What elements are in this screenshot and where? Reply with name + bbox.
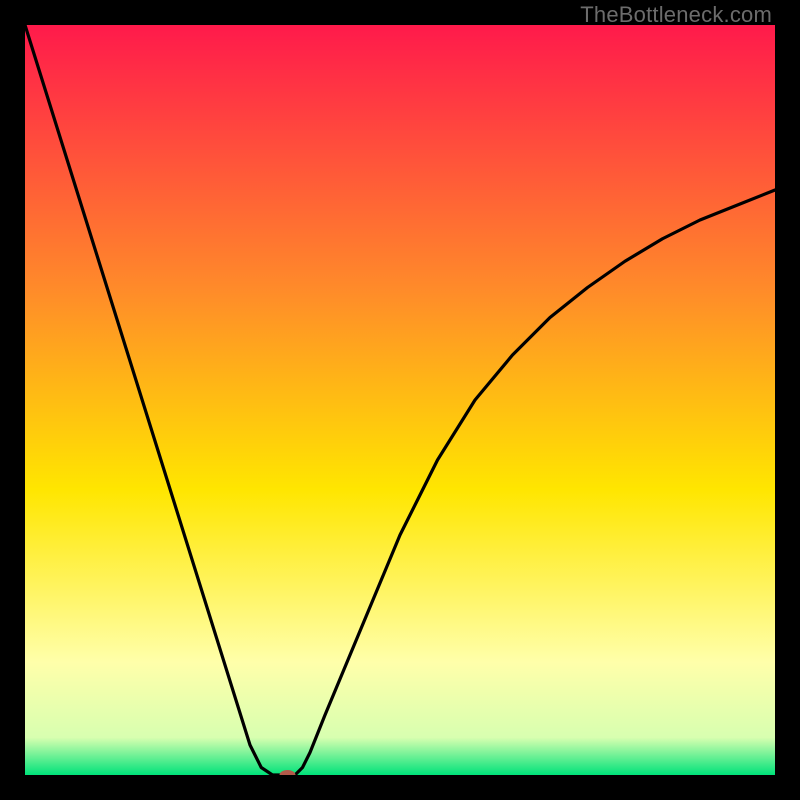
gradient-background [25, 25, 775, 775]
bottleneck-plot [25, 25, 775, 775]
chart-frame [25, 25, 775, 775]
watermark-text: TheBottleneck.com [580, 2, 772, 28]
